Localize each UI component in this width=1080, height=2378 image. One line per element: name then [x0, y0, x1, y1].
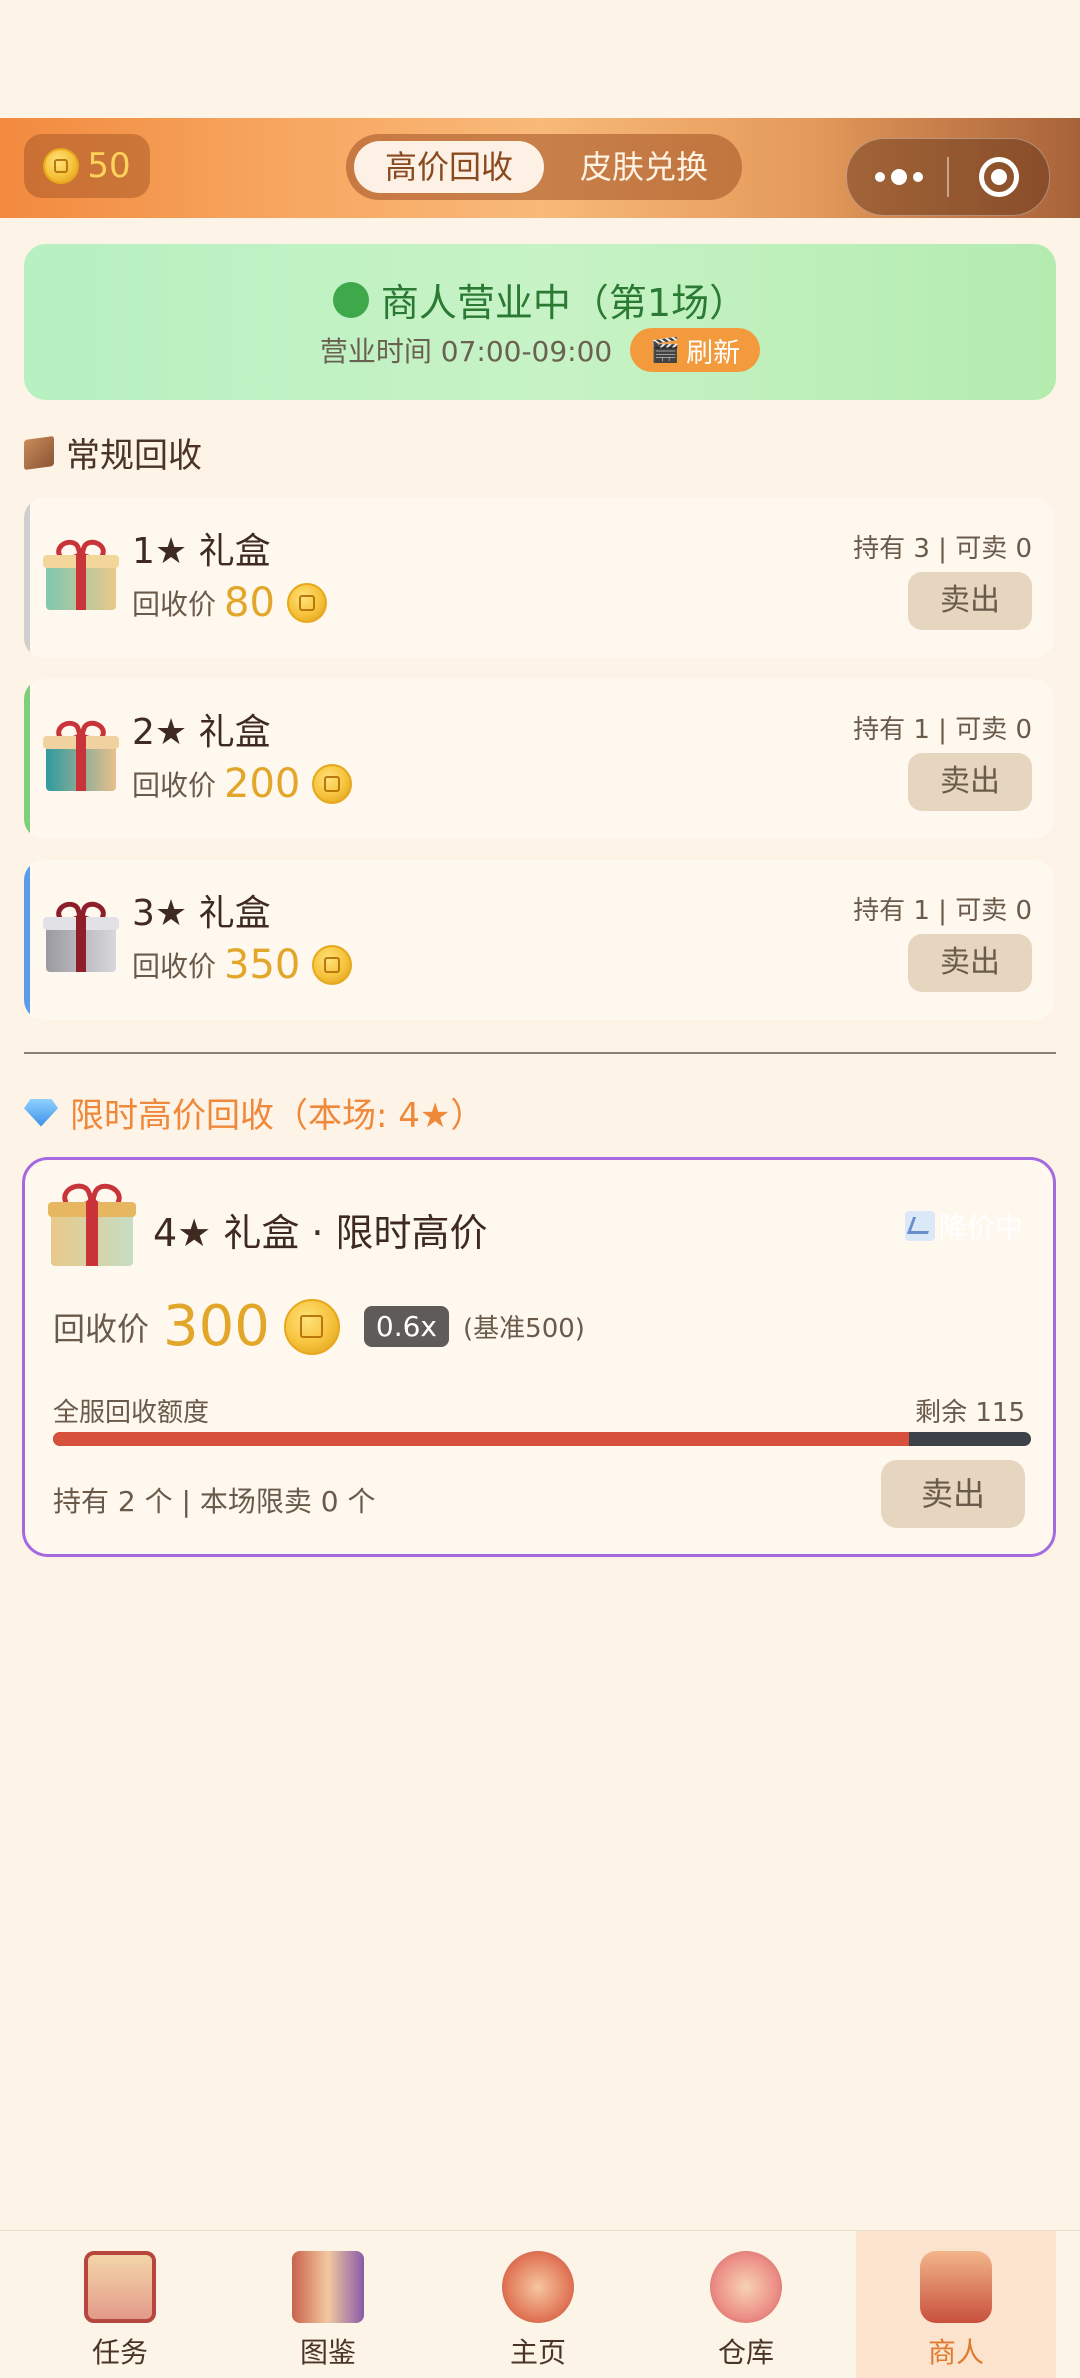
coin-balance-value: 50: [87, 146, 131, 186]
tab-home[interactable]: 主页: [438, 2231, 638, 2378]
section-divider: [24, 1052, 1056, 1054]
price-value: 80: [224, 580, 275, 626]
more-icon[interactable]: [875, 163, 945, 191]
holding-info: 持有 3 | 可卖 0: [853, 534, 1032, 564]
price-trend-text: 降价中: [938, 1211, 1023, 1244]
tab-label: 仓库: [717, 2336, 774, 2369]
status-title: 商人营业中（第1场）: [24, 272, 1056, 327]
sell-button[interactable]: 卖出: [908, 572, 1032, 630]
price-trend: 降价中: [904, 1206, 1023, 1246]
regular-recycle-title: 常规回收: [24, 428, 202, 477]
tab-skin-exchange[interactable]: 皮肤兑换: [554, 141, 734, 193]
gift-box-icon: [47, 1180, 137, 1266]
coin-icon: [312, 764, 353, 804]
price-row: 回收价 350: [132, 942, 353, 988]
close-miniprogram-icon[interactable]: [979, 157, 1019, 197]
gift-box-icon: [43, 717, 119, 791]
tab-label: 图鉴: [299, 2336, 356, 2369]
sell-button[interactable]: 卖出: [881, 1460, 1025, 1528]
price-label: 回收价: [132, 588, 217, 621]
regular-recycle-title-text: 常规回收: [66, 436, 202, 476]
capsule-divider: [947, 157, 949, 197]
open-status-dot-icon: [332, 281, 369, 318]
top-header: 50 高价回收 皮肤兑换: [0, 118, 1080, 218]
tab-warehouse[interactable]: 仓库: [646, 2231, 846, 2378]
coin-icon: [43, 148, 80, 184]
sell-button[interactable]: 卖出: [908, 753, 1032, 811]
price-row: 回收价 80: [132, 580, 327, 626]
tier-accent-stripe: [24, 498, 30, 658]
scroll-icon: [84, 2251, 156, 2323]
status-subline: 营业时间 07:00-09:00 🎬 刷新: [24, 328, 1056, 372]
tab-label: 主页: [509, 2336, 566, 2369]
refresh-label: 刷新: [686, 337, 741, 369]
merchant-icon: [920, 2251, 992, 2323]
limited-recycle-title-text: 限时高价回收（本场: 4★）: [70, 1096, 485, 1136]
coin-icon: [286, 583, 327, 623]
warehouse-icon: [710, 2251, 782, 2323]
gift-box-icon: [43, 536, 119, 610]
list-item: 3★ 礼盒 回收价 350 持有 1 | 可卖 0 卖出: [24, 860, 1054, 1020]
price-label: 回收价: [132, 769, 217, 802]
limit-info: 持有 2 个 | 本场限卖 0 个: [53, 1485, 376, 1518]
price-value: 300: [163, 1294, 270, 1359]
diamond-icon: [24, 1098, 58, 1127]
package-icon: [24, 435, 54, 470]
clapperboard-icon: 🎬: [650, 336, 681, 364]
holding-info: 持有 1 | 可卖 0: [853, 896, 1032, 926]
merchant-status-banner: 商人营业中（第1场） 营业时间 07:00-09:00 🎬 刷新: [24, 244, 1056, 400]
bottom-tab-bar: 任务 图鉴 主页 仓库 商人: [0, 2230, 1080, 2378]
limited-recycle-title: 限时高价回收（本场: 4★）: [24, 1088, 484, 1137]
item-name: 4★ 礼盒 · 限时高价: [153, 1211, 488, 1255]
holding-info: 持有 1 | 可卖 0: [853, 715, 1032, 745]
item-name: 1★ 礼盒: [132, 531, 271, 572]
item-name: 2★ 礼盒: [132, 712, 271, 753]
price-value: 200: [224, 761, 301, 807]
refresh-button[interactable]: 🎬 刷新: [630, 328, 761, 372]
tier-accent-stripe: [24, 860, 30, 1020]
tab-label: 任务: [91, 2336, 148, 2369]
price-row: 回收价 300 0.6x (基准500): [53, 1294, 585, 1359]
quota-progress-bar: [53, 1432, 1031, 1446]
tab-merchant[interactable]: 商人: [856, 2231, 1056, 2378]
coin-icon: [283, 1298, 340, 1355]
item-name: 3★ 礼盒: [132, 893, 271, 934]
mode-switch: 高价回收 皮肤兑换: [346, 134, 742, 200]
sell-button[interactable]: 卖出: [908, 934, 1032, 992]
price-value: 350: [224, 942, 301, 988]
price-label: 回收价: [53, 1309, 150, 1348]
status-title-text: 商人营业中（第1场）: [380, 281, 748, 325]
quota-label: 全服回收额度: [53, 1398, 210, 1428]
price-label: 回收价: [132, 950, 217, 983]
coin-balance: 50: [24, 134, 150, 198]
base-price: (基准500): [463, 1314, 585, 1344]
tab-label: 商人: [927, 2336, 984, 2369]
miniprogram-capsule: [846, 138, 1050, 216]
price-multiplier-badge: 0.6x: [363, 1306, 450, 1347]
tab-high-price-recycle[interactable]: 高价回收: [354, 141, 544, 193]
business-hours: 营业时间 07:00-09:00: [319, 335, 613, 368]
book-icon: [292, 2251, 364, 2323]
price-row: 回收价 200: [132, 761, 353, 807]
trend-down-icon: [904, 1211, 935, 1241]
coin-icon: [312, 945, 353, 985]
gift-box-icon: [43, 898, 119, 972]
house-icon: [502, 2251, 574, 2323]
quota-remaining: 剩余 115: [915, 1398, 1025, 1428]
tier-accent-stripe: [24, 679, 30, 839]
quota-progress-fill: [53, 1432, 909, 1446]
list-item: 2★ 礼盒 回收价 200 持有 1 | 可卖 0 卖出: [24, 679, 1054, 839]
tab-catalog[interactable]: 图鉴: [228, 2231, 428, 2378]
tab-tasks[interactable]: 任务: [20, 2231, 220, 2378]
limited-offer-card: 4★ 礼盒 · 限时高价 降价中 回收价 300 0.6x (基准500) 全服…: [22, 1157, 1056, 1557]
list-item: 1★ 礼盒 回收价 80 持有 3 | 可卖 0 卖出: [24, 498, 1054, 658]
